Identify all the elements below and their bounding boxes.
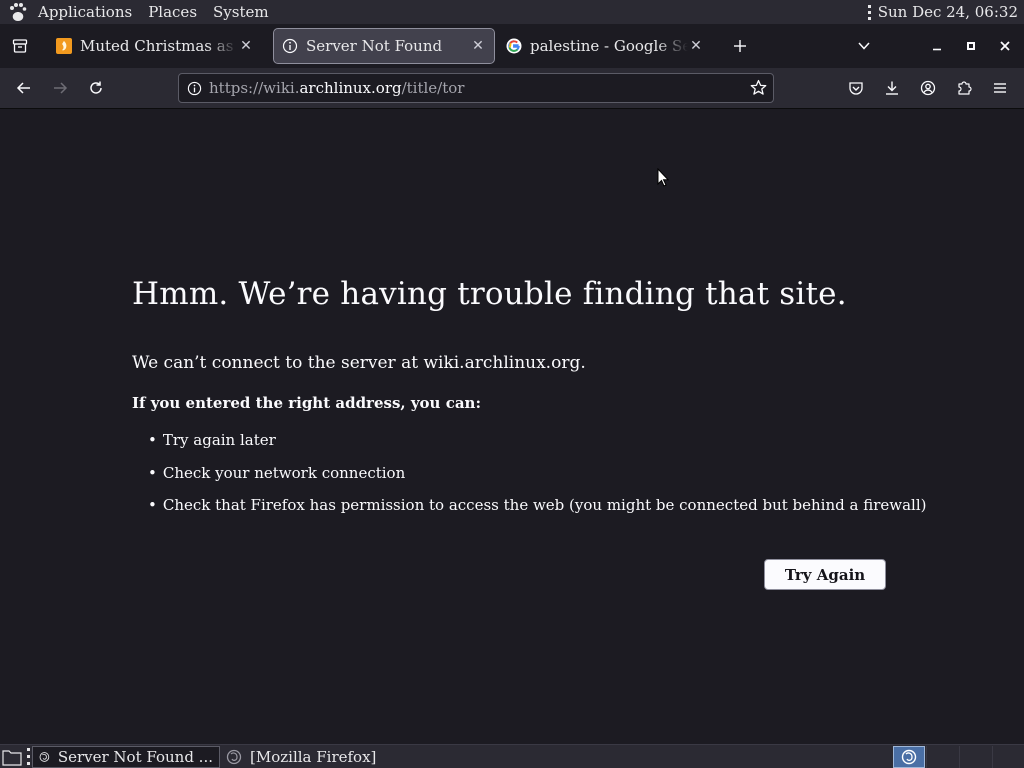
- navigation-toolbar: https://wiki.archlinux.org/title/tor: [0, 68, 1024, 109]
- list-item: Try again later: [148, 431, 926, 464]
- list-item: Check that Firefox has permission to acc…: [148, 496, 927, 529]
- error-page-content: Hmm. We’re having trouble finding that s…: [0, 109, 1024, 744]
- task-label: [Mozilla Firefox]: [250, 747, 377, 766]
- tab-title: palestine - Google Search: [530, 37, 688, 55]
- downloads-button[interactable]: [874, 70, 910, 106]
- maximize-icon: [967, 42, 975, 50]
- error-description: We can’t connect to the server at wiki.a…: [132, 353, 586, 373]
- tab-server-not-found[interactable]: Server Not Found ✕: [273, 28, 495, 64]
- arrow-left-icon: [16, 82, 30, 94]
- list-item: Check your network connection: [148, 464, 926, 497]
- taskbar-item-server-not-found[interactable]: Server Not Found ...: [32, 745, 220, 768]
- tab-title: Muted Christmas as Palestine: [80, 37, 238, 55]
- aljazeera-favicon: [56, 38, 72, 54]
- workspace-4-button[interactable]: [992, 746, 1024, 768]
- bookmark-star-icon[interactable]: [750, 79, 767, 100]
- url-domain: archlinux.org: [299, 79, 402, 97]
- taskbar-item-firefox[interactable]: [Mozilla Firefox]: [220, 746, 382, 768]
- address-bar[interactable]: https://wiki.archlinux.org/title/tor: [178, 73, 774, 103]
- chevron-down-icon: [858, 42, 870, 50]
- error-title: Hmm. We’re having trouble finding that s…: [132, 276, 847, 312]
- info-icon: [187, 81, 201, 95]
- url-path: /title/tor: [401, 79, 465, 97]
- workspace-3-button[interactable]: [959, 746, 991, 768]
- workspace-2-button[interactable]: [926, 746, 958, 768]
- bottom-taskbar: Server Not Found ... [Mozilla Firefox]: [0, 744, 1024, 768]
- suggestion-list: Try again later Check your network conne…: [148, 431, 927, 529]
- back-button[interactable]: [6, 70, 42, 106]
- panel-handle-icon: [867, 4, 872, 20]
- tab-bar: Muted Christmas as Palestine ✕ Server No…: [0, 24, 1024, 68]
- firefox-view-button[interactable]: [0, 24, 40, 68]
- error-hint: If you entered the right address, you ca…: [132, 394, 481, 412]
- close-icon[interactable]: ✕: [470, 38, 486, 54]
- google-favicon: [506, 38, 522, 54]
- tab-aljazeera[interactable]: Muted Christmas as Palestine ✕: [48, 29, 262, 63]
- show-desktop-button[interactable]: [0, 746, 24, 768]
- close-icon[interactable]: ✕: [238, 38, 254, 54]
- new-tab-button[interactable]: [720, 24, 760, 68]
- task-label: Server Not Found ...: [57, 747, 213, 766]
- reload-icon: [90, 81, 102, 94]
- download-icon: [886, 81, 898, 95]
- info-icon: [282, 38, 298, 54]
- puzzle-piece-icon: [958, 81, 972, 95]
- firefox-icon: [901, 749, 917, 765]
- arrow-right-icon: [54, 82, 68, 94]
- clock[interactable]: Sun Dec 24, 06:32: [878, 3, 1024, 21]
- firefox-icon: [39, 751, 50, 762]
- toolbar-right-buttons: [838, 70, 1018, 106]
- maximize-button[interactable]: [954, 24, 988, 68]
- site-info-button[interactable]: [179, 81, 209, 96]
- close-icon: [1000, 41, 1010, 51]
- menu-places[interactable]: Places: [140, 0, 205, 24]
- app-menu-button[interactable]: [982, 70, 1018, 106]
- plus-icon: [734, 40, 746, 52]
- firefox-icon: [226, 749, 242, 764]
- close-icon[interactable]: ✕: [688, 38, 704, 54]
- try-again-button[interactable]: Try Again: [764, 559, 886, 590]
- url-text[interactable]: https://wiki.archlinux.org/title/tor: [209, 79, 464, 97]
- tab-title: Server Not Found: [306, 37, 443, 55]
- forward-button[interactable]: [42, 70, 78, 106]
- menu-applications[interactable]: Applications: [30, 0, 140, 24]
- account-icon: [920, 80, 936, 96]
- folder-icon: [2, 749, 22, 766]
- top-panel: Applications Places System Sun Dec 24, 0…: [0, 0, 1024, 24]
- pocket-button[interactable]: [838, 70, 874, 106]
- extensions-button[interactable]: [946, 70, 982, 106]
- menu-system[interactable]: System: [205, 0, 277, 24]
- gnome-foot-icon[interactable]: [6, 0, 30, 24]
- close-window-button[interactable]: [988, 24, 1022, 68]
- firefox-view-icon: [12, 39, 28, 53]
- account-button[interactable]: [910, 70, 946, 106]
- mouse-cursor-icon: [657, 168, 669, 187]
- workspace-1-button[interactable]: [893, 746, 925, 768]
- hamburger-menu-icon: [994, 83, 1006, 93]
- minimize-button[interactable]: [920, 24, 954, 68]
- minimize-icon: [933, 48, 941, 51]
- pocket-icon: [849, 82, 863, 95]
- reload-button[interactable]: [78, 70, 114, 106]
- url-prefix: https://wiki.: [209, 79, 300, 97]
- tab-google-search[interactable]: palestine - Google Search ✕: [498, 29, 712, 63]
- list-all-tabs-button[interactable]: [844, 24, 884, 68]
- taskbar-handle-icon: [24, 747, 32, 767]
